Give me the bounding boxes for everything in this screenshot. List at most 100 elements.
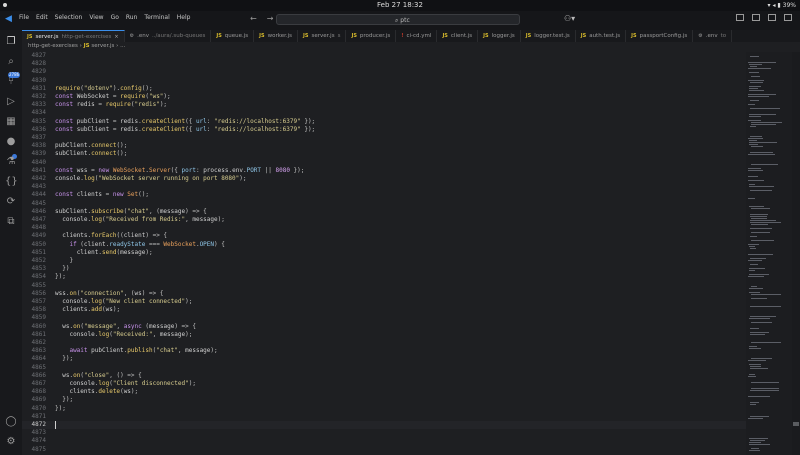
code-line[interactable]: 4847 console.log("Received from Redis:",… bbox=[22, 216, 746, 224]
timeline-icon[interactable]: ⟳ bbox=[5, 196, 17, 207]
code-line[interactable]: 4834 bbox=[22, 109, 746, 117]
code-line[interactable]: 4864 }); bbox=[22, 355, 746, 363]
code-line[interactable]: 4863 await pubClient.publish("chat", mes… bbox=[22, 347, 746, 355]
tab-server-js[interactable]: JS server.js http-get-exercises × bbox=[22, 30, 125, 42]
code-line[interactable]: 4858 clients.add(ws); bbox=[22, 306, 746, 314]
source-control-icon[interactable]: ⑂ bbox=[5, 76, 17, 87]
code-line[interactable]: 4835 const pubClient = redis.createClient… bbox=[22, 118, 746, 126]
code-line[interactable]: 4875 bbox=[22, 446, 746, 454]
json-tools-icon[interactable]: {} bbox=[5, 176, 18, 187]
code-line[interactable]: 4844 const clients = new Set(); bbox=[22, 191, 746, 199]
forward-arrow-icon[interactable]: → bbox=[267, 14, 274, 23]
code-line[interactable]: 4872 bbox=[22, 421, 746, 430]
code-line[interactable]: 4860 ws.on("message", async (message) =>… bbox=[22, 323, 746, 331]
code-line[interactable]: 4843 bbox=[22, 183, 746, 191]
account-icon[interactable]: ◯ bbox=[5, 416, 17, 427]
code-line[interactable]: 4861 console.log("Received:", message); bbox=[22, 331, 746, 339]
system-clock[interactable]: Feb 27 18:32 bbox=[0, 0, 800, 11]
tab--env[interactable]: ⚙ .env ../aura/.sub-queues bbox=[125, 30, 212, 42]
code-line[interactable]: 4849 clients.forEach((client) => { bbox=[22, 232, 746, 240]
code-line[interactable]: 4839 subClient.connect(); bbox=[22, 150, 746, 158]
search-view-icon[interactable]: ⌕ bbox=[5, 56, 17, 67]
tab-auth-test-js[interactable]: JS auth.test.js bbox=[576, 30, 627, 42]
code-line[interactable]: 4845 bbox=[22, 200, 746, 208]
code-line[interactable]: 4874 bbox=[22, 437, 746, 445]
code-line[interactable]: 4855 bbox=[22, 282, 746, 290]
extensions-icon[interactable]: ▦ bbox=[5, 116, 17, 127]
tab-logger-js[interactable]: JS logger.js bbox=[478, 30, 521, 42]
customize-layout-icon[interactable] bbox=[784, 14, 792, 21]
back-arrow-icon[interactable]: ← bbox=[250, 14, 257, 23]
menu-edit[interactable]: Edit bbox=[36, 14, 48, 21]
menu-selection[interactable]: Selection bbox=[55, 14, 83, 21]
code-line[interactable]: 4848 bbox=[22, 224, 746, 232]
code-line[interactable]: 4841 const wss = new WebSocket.Server({ p… bbox=[22, 167, 746, 175]
code-line[interactable]: 4838 pubClient.connect(); bbox=[22, 142, 746, 150]
tab-logger-test-js[interactable]: JS logger.test.js bbox=[521, 30, 576, 42]
code-line[interactable]: 4854}); bbox=[22, 273, 746, 281]
tab-client-js[interactable]: JS client.js bbox=[437, 30, 479, 42]
code-line[interactable]: 4830 bbox=[22, 77, 746, 85]
code-line[interactable]: 4853 }) bbox=[22, 265, 746, 273]
tab-producer-js[interactable]: JS producer.js bbox=[346, 30, 397, 42]
code-line[interactable]: 4857 console.log("New client connected")… bbox=[22, 298, 746, 306]
code-line[interactable]: 4852 } bbox=[22, 257, 746, 265]
code-line[interactable]: 4836 const subClient = redis.createClient… bbox=[22, 126, 746, 134]
tab-server-js[interactable]: JS server.js s bbox=[298, 30, 347, 42]
code-line[interactable]: 4827 bbox=[22, 52, 746, 60]
menu-go[interactable]: Go bbox=[111, 14, 119, 21]
github-icon[interactable]: ● bbox=[5, 136, 17, 147]
system-status-area[interactable]: ▾ ◂ ▮ 39% bbox=[768, 0, 796, 11]
minimap[interactable] bbox=[746, 52, 792, 455]
code-line[interactable]: 4851 client.send(message); bbox=[22, 249, 746, 257]
copilot-icon[interactable]: ⚇▾ bbox=[564, 14, 575, 23]
remote-explorer-icon[interactable]: ⧉ bbox=[5, 216, 17, 227]
tab-ci-cd-yml[interactable]: ! ci-cd.yml bbox=[396, 30, 438, 42]
code-line[interactable]: 4866 ws.on("close", () => { bbox=[22, 372, 746, 380]
code-line[interactable]: 4867 console.log("Client disconnected"); bbox=[22, 380, 746, 388]
toggle-secondary-sidebar-icon[interactable] bbox=[768, 14, 776, 21]
code-line[interactable]: 4829 bbox=[22, 68, 746, 76]
code-line[interactable]: 4873 bbox=[22, 429, 746, 437]
editor-scrollbar[interactable] bbox=[792, 52, 800, 455]
breadcrumb-folder[interactable]: http-get-exercises bbox=[28, 43, 78, 49]
tab-passportconfig-js[interactable]: JS passportConfig.js bbox=[626, 30, 694, 42]
explorer-icon[interactable]: ❐ bbox=[5, 36, 17, 47]
code-line[interactable]: 4840 bbox=[22, 159, 746, 167]
code-line[interactable]: 4828 bbox=[22, 60, 746, 68]
code-line[interactable]: 4850 if (client.readyState === WebSocket… bbox=[22, 241, 746, 249]
toggle-primary-sidebar-icon[interactable] bbox=[736, 14, 744, 21]
code-line[interactable]: 4865 bbox=[22, 364, 746, 372]
code-line[interactable]: 4869 }); bbox=[22, 396, 746, 404]
testing-icon[interactable]: ⚗ bbox=[5, 156, 17, 167]
code-line[interactable]: 4837 bbox=[22, 134, 746, 142]
menu-help[interactable]: Help bbox=[177, 14, 191, 21]
breadcrumb-file[interactable]: server.js bbox=[91, 43, 114, 49]
code-line[interactable]: 4832 const WebSocket = require("ws"); bbox=[22, 93, 746, 101]
code-line[interactable]: 4842 console.log("WebSocket server runnin… bbox=[22, 175, 746, 183]
code-editor[interactable]: 4827 4828 4829 4830 4831 require("dotenv").co… bbox=[22, 52, 746, 455]
code-line[interactable]: 4856 wss.on("connection", (ws) => { bbox=[22, 290, 746, 298]
breadcrumb-more[interactable]: ... bbox=[120, 43, 125, 49]
settings-gear-icon[interactable]: ⚙ bbox=[5, 436, 17, 447]
scrollbar-thumb[interactable] bbox=[793, 422, 799, 426]
code-line[interactable]: 4859 bbox=[22, 314, 746, 322]
code-line[interactable]: 4868 clients.delete(ws); bbox=[22, 388, 746, 396]
tab--env[interactable]: ⚙ .env to bbox=[693, 30, 733, 42]
tab-queue-js[interactable]: JS queue.js bbox=[211, 30, 255, 42]
code-line[interactable]: 4831 require("dotenv").config(); bbox=[22, 85, 746, 93]
menu-view[interactable]: View bbox=[89, 14, 103, 21]
toggle-panel-icon[interactable] bbox=[752, 14, 760, 21]
close-icon[interactable]: × bbox=[114, 31, 118, 43]
tab-worker-js[interactable]: JS worker.js bbox=[254, 30, 299, 42]
code-line[interactable]: 4862 bbox=[22, 339, 746, 347]
code-line[interactable]: 4870}); bbox=[22, 405, 746, 413]
menu-terminal[interactable]: Terminal bbox=[144, 14, 169, 21]
menu-run[interactable]: Run bbox=[126, 14, 138, 21]
menu-file[interactable]: File bbox=[19, 14, 29, 21]
code-line[interactable]: 4833 const redis = require("redis"); bbox=[22, 101, 746, 109]
run-debug-icon[interactable]: ▷ bbox=[5, 96, 17, 107]
code-line[interactable]: 4871 bbox=[22, 413, 746, 421]
command-center-search[interactable]: ⌕ ptc bbox=[276, 14, 520, 25]
code-line[interactable]: 4846 subClient.subscribe("chat", (message… bbox=[22, 208, 746, 216]
